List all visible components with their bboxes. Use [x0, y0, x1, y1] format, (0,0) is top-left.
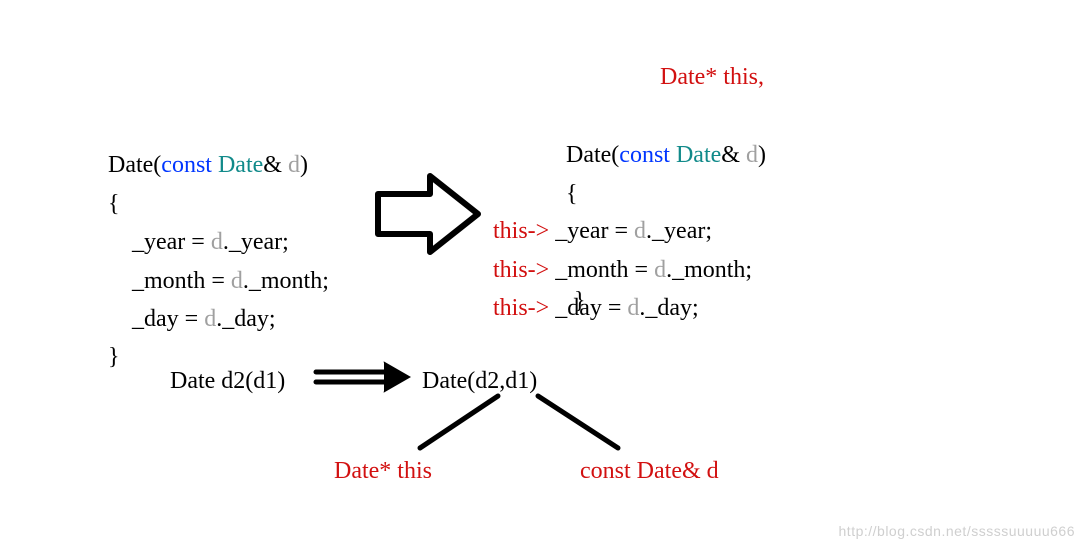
- l-line4: _month = d._month;: [108, 268, 329, 294]
- txt: ._year;: [646, 218, 712, 244]
- label-this-pointer: Date* this: [334, 452, 432, 490]
- label-const-date-ref: const Date& d: [580, 452, 719, 490]
- param-d: d: [288, 152, 300, 178]
- txt: Date* this,: [660, 64, 764, 90]
- txt: _day =: [549, 295, 627, 321]
- txt: http://blog.csdn.net/sssssuuuuu666: [839, 523, 1075, 539]
- l-line6: }: [108, 344, 120, 370]
- d: d: [627, 295, 639, 321]
- txt: ._day;: [216, 306, 275, 332]
- right-code-body: this-> _year = d._year; this-> _month = …: [493, 174, 752, 328]
- r-line5: this-> _day = d._day;: [493, 295, 699, 321]
- r-line3: this-> _year = d._year;: [493, 218, 712, 244]
- annotation-this-param: Date* this,: [660, 58, 764, 96]
- right-code-close: }: [574, 282, 586, 320]
- txt: _month =: [549, 257, 654, 283]
- kw-type: Date: [218, 152, 263, 178]
- this-ptr: this->: [493, 257, 549, 283]
- close: ): [300, 152, 308, 178]
- txt: _month =: [108, 268, 231, 294]
- amp: &: [263, 152, 288, 178]
- d: d: [211, 229, 223, 255]
- r-line4: this-> _month = d._month;: [493, 257, 752, 283]
- txt: Date(d2,d1): [422, 368, 537, 394]
- txt: ._year;: [223, 229, 289, 255]
- txt: Date* this: [334, 458, 432, 484]
- watermark: http://blog.csdn.net/sssssuuuuu666: [839, 523, 1075, 539]
- txt: _year =: [549, 218, 634, 244]
- this-ptr: this->: [493, 295, 549, 321]
- txt: Date(: [108, 152, 161, 178]
- l-line5: _day = d._day;: [108, 306, 276, 332]
- small-arrow-icon: [316, 362, 410, 392]
- bottom-decl: Date d2(d1): [170, 362, 285, 400]
- txt: & d: [682, 458, 719, 484]
- diagram-canvas: Date(const Date& d) { _year = d._year; _…: [0, 0, 1083, 545]
- txt: _day =: [108, 306, 204, 332]
- param-d: d: [746, 142, 758, 168]
- d: d: [654, 257, 666, 283]
- l-line2: {: [108, 191, 120, 217]
- txt: Date d2(d1): [170, 368, 285, 394]
- txt: Date(: [566, 142, 619, 168]
- txt: ._day;: [639, 295, 698, 321]
- bottom-call: Date(d2,d1): [422, 362, 537, 400]
- l-line1: Date(const Date& d): [108, 152, 308, 178]
- kw-const: const: [619, 142, 670, 168]
- big-arrow-icon: [378, 176, 478, 252]
- l-line3: _year = d._year;: [108, 229, 289, 255]
- txt: _year =: [108, 229, 211, 255]
- this-ptr: this->: [493, 218, 549, 244]
- close: ): [758, 142, 766, 168]
- kw-const: const: [161, 152, 212, 178]
- txt: ._month;: [243, 268, 329, 294]
- txt: const: [580, 458, 631, 484]
- line-to-d2: [420, 396, 498, 448]
- left-code-block: Date(const Date& d) { _year = d._year; _…: [108, 108, 329, 377]
- d: d: [231, 268, 243, 294]
- d: d: [204, 306, 216, 332]
- r-line1: Date(const Date& d): [566, 142, 766, 168]
- txt: Date: [637, 458, 682, 484]
- txt: }: [574, 288, 586, 314]
- d: d: [634, 218, 646, 244]
- txt: ._month;: [666, 257, 752, 283]
- amp: &: [721, 142, 746, 168]
- kw-type: Date: [676, 142, 721, 168]
- line-to-d1: [538, 396, 618, 448]
